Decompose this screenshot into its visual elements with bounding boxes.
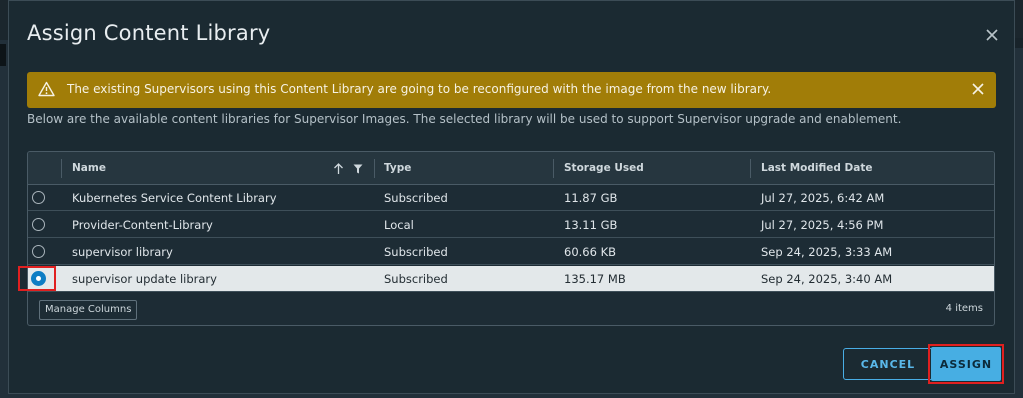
- close-icon[interactable]: [983, 26, 1001, 44]
- library-modified: Sep 24, 2025, 3:33 AM: [761, 245, 893, 259]
- table-row[interactable]: Kubernetes Service Content Library Subsc…: [28, 185, 994, 211]
- assign-button[interactable]: ASSIGN: [931, 347, 1001, 381]
- table-row[interactable]: supervisor library Subscribed 60.66 KB S…: [28, 239, 994, 265]
- library-type: Subscribed: [384, 272, 448, 286]
- library-name: Provider-Content-Library: [72, 218, 213, 232]
- library-modified: Jul 27, 2025, 4:56 PM: [761, 218, 884, 232]
- column-separator: [553, 159, 554, 178]
- library-storage: 135.17 MB: [564, 272, 626, 286]
- library-type: Local: [384, 218, 414, 232]
- table-row[interactable]: Provider-Content-Library Local 13.11 GB …: [28, 212, 994, 238]
- library-type: Subscribed: [384, 245, 448, 259]
- library-storage: 13.11 GB: [564, 218, 618, 232]
- column-separator: [750, 159, 751, 178]
- column-separator: [374, 159, 375, 178]
- row-radio[interactable]: [32, 218, 45, 231]
- cancel-button[interactable]: CANCEL: [843, 348, 933, 380]
- warning-alert: The existing Supervisors using this Cont…: [27, 72, 996, 108]
- table-row-selected[interactable]: supervisor update library Subscribed 135…: [28, 266, 994, 292]
- library-storage: 11.87 GB: [564, 191, 618, 205]
- row-radio[interactable]: [32, 245, 45, 258]
- library-modified: Jul 27, 2025, 6:42 AM: [761, 191, 885, 205]
- column-separator: [61, 159, 62, 178]
- warning-triangle-icon: [38, 81, 55, 97]
- alert-close-icon[interactable]: [971, 82, 985, 96]
- column-header-type[interactable]: Type: [384, 152, 411, 184]
- sort-ascending-icon[interactable]: [333, 162, 344, 175]
- assign-content-library-dialog: Assign Content Library The existing Supe…: [8, 0, 1015, 394]
- library-modified: Sep 24, 2025, 3:40 AM: [761, 272, 893, 286]
- filter-icon[interactable]: [353, 164, 363, 174]
- library-storage: 60.66 KB: [564, 245, 617, 259]
- column-header-name[interactable]: Name: [72, 152, 106, 184]
- grid-header: Name Type Storage Used Last Modified Dat…: [28, 152, 994, 185]
- dialog-title: Assign Content Library: [27, 21, 271, 45]
- background-tab: [0, 44, 6, 66]
- library-name: Kubernetes Service Content Library: [72, 191, 277, 205]
- row-radio-selected[interactable]: [31, 271, 46, 286]
- column-header-modified[interactable]: Last Modified Date: [761, 152, 873, 184]
- alert-message: The existing Supervisors using this Cont…: [67, 82, 772, 96]
- library-name: supervisor library: [72, 245, 173, 259]
- row-radio[interactable]: [32, 191, 45, 204]
- column-header-storage[interactable]: Storage Used: [564, 152, 644, 184]
- dialog-description: Below are the available content librarie…: [27, 112, 902, 126]
- library-name: supervisor update library: [72, 272, 217, 286]
- manage-columns-button[interactable]: Manage Columns: [39, 300, 138, 320]
- item-count: 4 items: [945, 303, 983, 314]
- library-type: Subscribed: [384, 191, 448, 205]
- grid-footer: Manage Columns 4 items: [28, 294, 994, 325]
- content-library-grid: Name Type Storage Used Last Modified Dat…: [27, 151, 995, 326]
